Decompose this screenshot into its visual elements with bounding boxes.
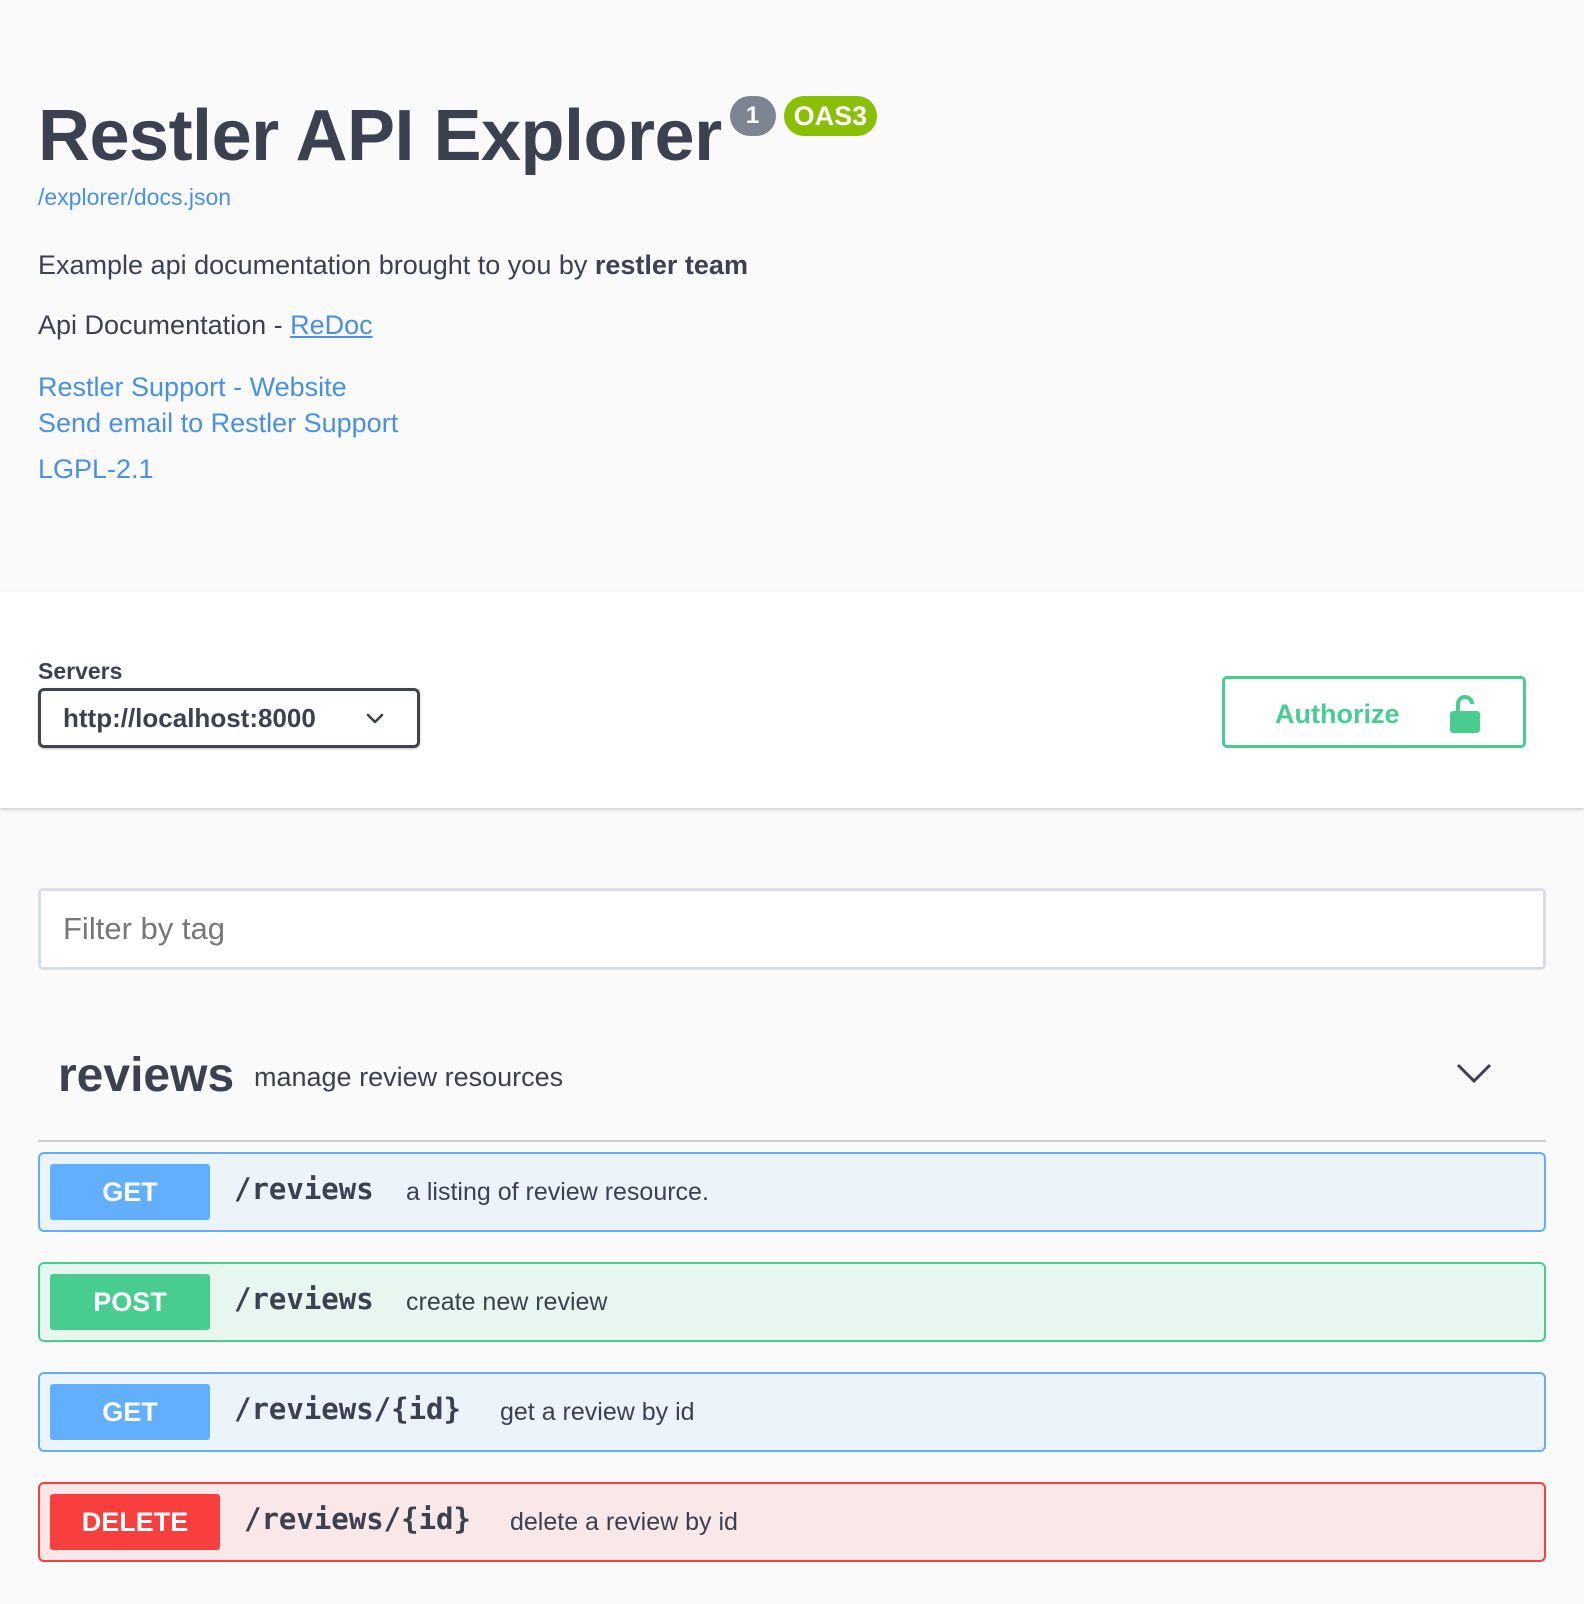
page-title: Restler API Explorer — [38, 96, 722, 176]
tag-description: manage review resources — [254, 1062, 564, 1092]
spec-url-link[interactable]: /explorer/docs.json — [38, 184, 231, 211]
method-badge: DELETE — [50, 1494, 220, 1550]
method-badge: GET — [50, 1164, 210, 1220]
title-row: Restler API Explorer 1 OAS3 — [38, 96, 878, 176]
doc-prefix: Api Documentation - — [38, 310, 291, 340]
operation-delete-review-by-id[interactable]: DELETE /reviews/{id} delete a review by … — [38, 1482, 1546, 1562]
operation-summary: a listing of review resource. — [406, 1178, 709, 1206]
tag-section-reviews[interactable]: reviews manage review resources — [38, 1040, 1546, 1142]
servers-label: Servers — [38, 658, 123, 684]
oas-badge: OAS3 — [783, 96, 878, 136]
method-badge: GET — [50, 1384, 210, 1440]
description-text: Example api documentation brought to you… — [38, 250, 595, 280]
chevron-down-icon[interactable] — [1454, 1058, 1494, 1088]
operation-path: /reviews — [234, 1172, 374, 1206]
selected-server: http://localhost:8000 — [63, 703, 316, 733]
redoc-link[interactable]: ReDoc — [290, 310, 373, 340]
operation-get-reviews[interactable]: GET /reviews a listing of review resourc… — [38, 1152, 1546, 1232]
filter-input[interactable]: Filter by tag — [38, 888, 1546, 970]
operation-post-reviews[interactable]: POST /reviews create new review — [38, 1262, 1546, 1342]
method-badge: POST — [50, 1274, 210, 1330]
unlock-icon — [1450, 695, 1480, 733]
authorize-label: Authorize — [1275, 699, 1400, 729]
support-website-link[interactable]: Restler Support - Website — [38, 372, 347, 403]
operation-summary: create new review — [406, 1288, 608, 1316]
operation-path: /reviews/{id} — [234, 1392, 461, 1426]
operation-summary: get a review by id — [500, 1398, 695, 1426]
scheme-container: Servers http://localhost:8000 Authorize — [0, 592, 1584, 808]
operation-path: /reviews/{id} — [244, 1502, 471, 1536]
operation-path: /reviews — [234, 1282, 374, 1316]
api-description: Example api documentation brought to you… — [38, 250, 748, 281]
operation-get-review-by-id[interactable]: GET /reviews/{id} get a review by id — [38, 1372, 1546, 1452]
chevron-down-icon — [366, 713, 384, 724]
tag-name: reviews — [58, 1049, 235, 1102]
api-documentation-line: Api Documentation - ReDoc — [38, 310, 373, 341]
support-email-link[interactable]: Send email to Restler Support — [38, 408, 398, 439]
authorize-button[interactable]: Authorize — [1222, 676, 1526, 748]
description-bold: restler team — [594, 250, 748, 280]
license-link[interactable]: LGPL-2.1 — [38, 454, 154, 485]
servers-select[interactable]: http://localhost:8000 — [38, 688, 420, 748]
operation-summary: delete a review by id — [510, 1508, 738, 1536]
version-badge: 1 — [729, 96, 776, 136]
